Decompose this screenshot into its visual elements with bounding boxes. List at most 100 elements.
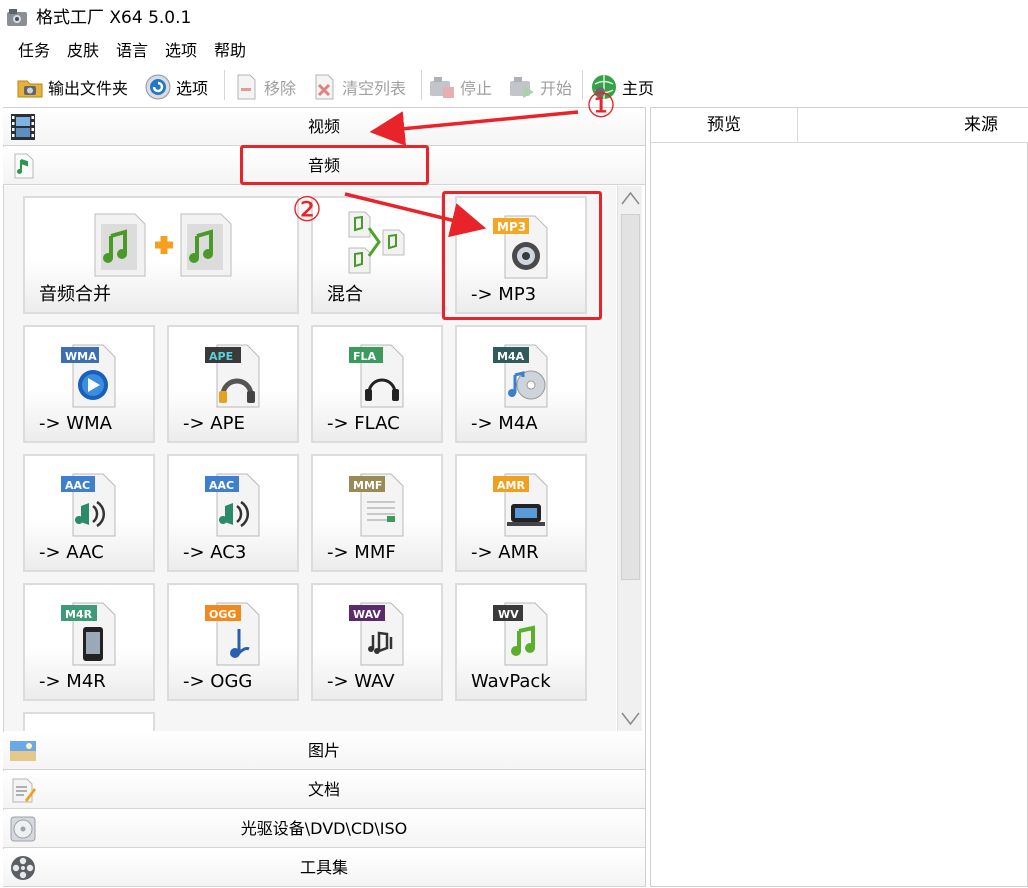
tile-to-amr[interactable]: AMR -> AMR (455, 454, 587, 572)
column-separator[interactable] (797, 108, 798, 143)
menu-language[interactable]: 语言 (116, 40, 148, 62)
step-1-marker: ① (585, 86, 617, 126)
wav-badge-text: WAV (353, 608, 381, 621)
output-folder-button[interactable]: 输出文件夹 (16, 72, 128, 102)
tile-to-flac[interactable]: FLA -> FLAC (311, 325, 443, 443)
stop-label: 停止 (460, 79, 493, 98)
tile-to-wma-label: -> WMA (39, 413, 112, 434)
ogg-badge-text: OGG (209, 608, 236, 621)
step-2-marker: ② (291, 190, 323, 230)
audio-merge-icon (94, 213, 232, 277)
audio-mix-icon (348, 211, 405, 274)
category-document[interactable]: 文档 (3, 771, 645, 809)
grid-scrollbar[interactable] (617, 186, 642, 731)
scroll-up-arrow-icon[interactable] (618, 186, 643, 212)
clear-list-label: 清空列表 (342, 79, 407, 98)
tile-audio-merge[interactable]: 音频合并 (23, 196, 299, 314)
clear-list-icon (315, 74, 334, 100)
tile-mix-label: 混合 (327, 284, 363, 305)
tile-to-wav-label: -> WAV (327, 671, 395, 692)
tile-to-ac3-label: -> AC3 (183, 542, 247, 563)
column-source[interactable]: 来源 (964, 108, 998, 143)
start-label: 开始 (540, 79, 573, 98)
category-document-label: 文档 (307, 780, 340, 799)
scroll-down-arrow-icon[interactable] (618, 705, 643, 731)
tile-to-m4r-label: -> M4R (39, 671, 106, 692)
tile-wavpack[interactable]: WV WavPack (455, 583, 587, 701)
tile-to-ogg-label: -> OGG (183, 671, 253, 692)
ape-badge-text: APE (209, 350, 233, 363)
amr-file-icon: AMR (493, 473, 548, 537)
toolbar-separator (421, 70, 422, 100)
m4r-badge-text: M4R (65, 608, 93, 621)
m4a-file-icon: M4A (493, 344, 548, 408)
stop-button[interactable]: 停止 (428, 72, 492, 102)
tile-wavpack-label: WavPack (471, 671, 551, 692)
aac-file-icon: AAC (61, 473, 116, 537)
scroll-thumb[interactable] (621, 214, 640, 580)
tile-to-m4a-label: -> M4A (471, 413, 538, 434)
category-video-label: 视频 (307, 117, 340, 136)
flac-badge-text: FLA (353, 350, 377, 363)
mmf-badge-text: MMF (353, 479, 382, 492)
category-image[interactable]: 图片 (3, 732, 645, 770)
tile-to-m4a[interactable]: M4A -> M4A (455, 325, 587, 443)
output-folder-label: 输出文件夹 (48, 79, 129, 98)
tile-to-m4r[interactable]: M4R -> M4R (23, 583, 155, 701)
wavpack-file-icon: WV (493, 602, 548, 666)
tile-to-mmf-label: -> MMF (327, 542, 396, 563)
amr-badge-text: AMR (497, 479, 525, 492)
tile-to-flac-label: -> FLAC (327, 413, 400, 434)
tile-to-mmf[interactable]: MMF -> MMF (311, 454, 443, 572)
remove-label: 移除 (264, 79, 297, 98)
category-video[interactable]: 视频 (3, 108, 645, 146)
ogg-file-icon: OGG (205, 602, 260, 666)
category-tools[interactable]: 工具集 (3, 849, 645, 887)
flac-file-icon: FLA (349, 344, 404, 408)
task-list-panel: 预览 来源 (650, 107, 1028, 887)
format-factory-app-icon (7, 9, 27, 26)
tile-partial[interactable] (23, 712, 155, 731)
category-tools-label: 工具集 (299, 858, 348, 877)
start-button[interactable]: 开始 (508, 72, 572, 102)
aac-badge-text: AAC (65, 479, 90, 492)
menu-task[interactable]: 任务 (18, 40, 50, 62)
menu-skin[interactable]: 皮肤 (67, 40, 99, 62)
options-button[interactable]: 选项 (144, 72, 208, 102)
start-icon (510, 77, 534, 98)
tile-to-wma[interactable]: WMA -> WMA (23, 325, 155, 443)
tile-to-ape-label: -> APE (183, 413, 245, 434)
remove-button[interactable]: 移除 (232, 72, 296, 102)
window-title: 格式工厂 X64 5.0.1 (36, 8, 192, 28)
stop-icon (430, 77, 454, 98)
options-gear-icon (145, 74, 171, 100)
toolbar-separator (224, 70, 225, 100)
home-label: 主页 (622, 79, 655, 98)
category-disc[interactable]: 光驱设备\DVD\CD\ISO (3, 810, 645, 848)
menu-options[interactable]: 选项 (165, 40, 197, 62)
title-bar: 格式工厂 X64 5.0.1 (0, 0, 1028, 36)
m4r-file-icon: M4R (61, 602, 116, 666)
tile-to-ac3[interactable]: AAC -> AC3 (167, 454, 299, 572)
column-preview[interactable]: 预览 (707, 108, 741, 143)
tile-to-amr-label: -> AMR (471, 542, 539, 563)
wavpack-badge-text: WV (498, 608, 519, 621)
clear-list-button[interactable]: 清空列表 (310, 72, 406, 102)
tile-to-ogg[interactable]: OGG -> OGG (167, 583, 299, 701)
mmf-file-icon: MMF (349, 473, 404, 537)
menu-help[interactable]: 帮助 (214, 40, 246, 62)
ac3-badge-text: AAC (209, 479, 234, 492)
tile-to-wav[interactable]: WAV -> WAV (311, 583, 443, 701)
category-image-label: 图片 (307, 741, 340, 760)
m4a-badge-text: M4A (497, 350, 525, 363)
tile-mix[interactable]: 混合 (311, 196, 443, 314)
toolbar: 输出文件夹 选项 移除 清空列表 停止 开始 主页 (0, 66, 1028, 106)
task-list-header: 预览 来源 (651, 108, 1028, 143)
tile-to-ape[interactable]: APE -> APE (167, 325, 299, 443)
wav-file-icon: WAV (349, 602, 404, 666)
wma-badge-text: WMA (65, 350, 97, 363)
tile-to-aac[interactable]: AAC -> AAC (23, 454, 155, 572)
category-disc-label: 光驱设备\DVD\CD\ISO (240, 819, 408, 838)
tile-to-aac-label: -> AAC (39, 542, 104, 563)
ape-file-icon: APE (205, 344, 260, 408)
